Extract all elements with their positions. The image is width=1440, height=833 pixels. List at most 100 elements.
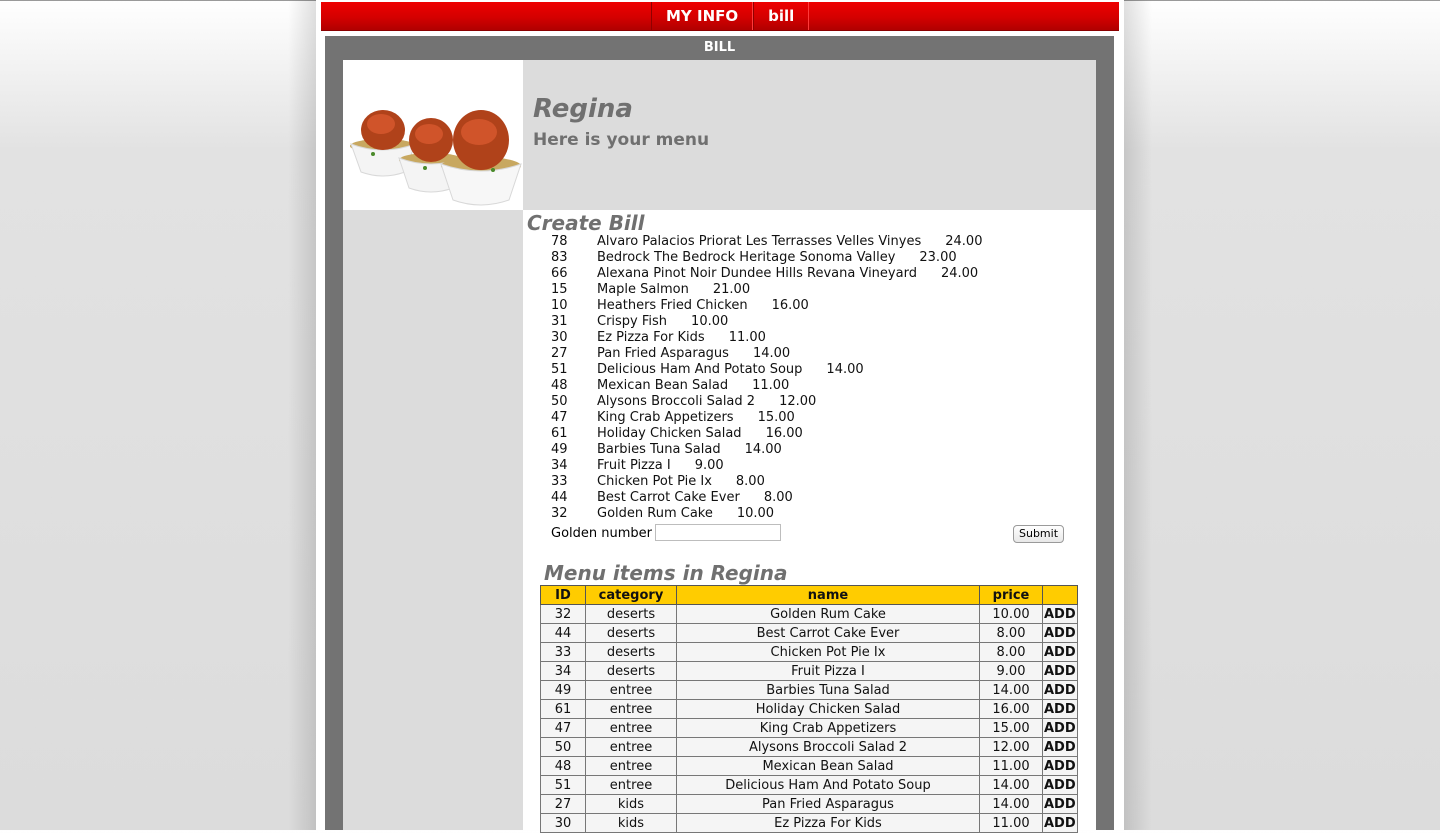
bill-item-price: 9.00 <box>694 458 724 473</box>
cell-category: entree <box>585 718 677 738</box>
bill-item: 15 Maple Salmon 21.00 <box>551 282 982 298</box>
bill-item: 10 Heathers Fried Chicken 16.00 <box>551 298 982 314</box>
restaurant-name: Regina <box>533 94 633 124</box>
column-header-name: name <box>676 585 980 605</box>
cell-category: entree <box>585 737 677 757</box>
add-button[interactable]: ADD <box>1042 661 1078 681</box>
add-button[interactable]: ADD <box>1042 775 1078 795</box>
bill-item: 83 Bedrock The Bedrock Heritage Sonoma Va… <box>551 250 982 266</box>
bill-item-price: 8.00 <box>763 490 793 505</box>
bill-item-id: 61 <box>551 426 568 441</box>
cell-id: 49 <box>540 680 586 700</box>
golden-number-row: Golden number Submit <box>551 524 1066 544</box>
nav-item-bill[interactable]: bill <box>753 2 810 30</box>
bill-item-name: Alexana Pinot Noir Dundee Hills Revana V… <box>597 266 917 281</box>
bill-item-price: 15.00 <box>757 410 795 425</box>
cell-price: 8.00 <box>979 642 1043 662</box>
bill-item-id: 27 <box>551 346 568 361</box>
column-header-price: price <box>979 585 1043 605</box>
bill-item-name: Alvaro Palacios Priorat Les Terrasses Ve… <box>597 234 922 249</box>
sidebar-column <box>343 210 523 830</box>
bill-item: 44 Best Carrot Cake Ever 8.00 <box>551 490 982 506</box>
bill-item-name: Heathers Fried Chicken <box>597 298 748 313</box>
bill-item-name: Holiday Chicken Salad <box>597 426 742 441</box>
cell-category: deserts <box>585 604 677 624</box>
bill-item-name: Best Carrot Cake Ever <box>597 490 740 505</box>
bill-item-price: 14.00 <box>744 442 782 457</box>
table-row: 50 entree Alysons Broccoli Salad 2 12.00 ADD <box>540 737 1078 757</box>
bill-item-price: 11.00 <box>752 378 790 393</box>
golden-number-input[interactable] <box>655 524 781 541</box>
table-row: 51 entree Delicious Ham And Potato Soup 14.… <box>540 775 1078 795</box>
bill-item-price: 8.00 <box>735 474 765 489</box>
bill-item-id: 31 <box>551 314 568 329</box>
cell-price: 15.00 <box>979 718 1043 738</box>
menu-table-body: 32 deserts Golden Rum Cake 10.00 ADD 44 desert… <box>540 604 1078 833</box>
bill-item-price: 12.00 <box>779 394 817 409</box>
add-button[interactable]: ADD <box>1042 642 1078 662</box>
cell-category: entree <box>585 775 677 795</box>
table-row: 32 deserts Golden Rum Cake 10.00 ADD <box>540 604 1078 624</box>
bill-item-id: 34 <box>551 458 568 473</box>
cell-name: Golden Rum Cake <box>676 604 980 624</box>
cell-category: entree <box>585 756 677 776</box>
cell-price: 14.00 <box>979 680 1043 700</box>
nav-item-my-info[interactable]: MY INFO <box>651 2 754 30</box>
add-button[interactable]: ADD <box>1042 737 1078 757</box>
bill-item-name: Mexican Bean Salad <box>597 378 729 393</box>
cell-name: Chicken Pot Pie Ix <box>676 642 980 662</box>
cell-id: 44 <box>540 623 586 643</box>
cell-id: 61 <box>540 699 586 719</box>
bill-item: 48 Mexican Bean Salad 11.00 <box>551 378 982 394</box>
add-button[interactable]: ADD <box>1042 604 1078 624</box>
cell-name: Alysons Broccoli Salad 2 <box>676 737 980 757</box>
cell-id: 47 <box>540 718 586 738</box>
cell-category: deserts <box>585 661 677 681</box>
bill-item: 78 Alvaro Palacios Priorat Les Terrasses … <box>551 234 982 250</box>
cell-name: Best Carrot Cake Ever <box>676 623 980 643</box>
bill-item-price: 16.00 <box>771 298 809 313</box>
bill-item-id: 15 <box>551 282 568 297</box>
table-row: 47 entree King Crab Appetizers 15.00 ADD <box>540 718 1078 738</box>
column-header-id: ID <box>540 585 586 605</box>
add-button[interactable]: ADD <box>1042 756 1078 776</box>
nav-items: MY INFO bill <box>651 2 810 30</box>
cell-id: 32 <box>540 604 586 624</box>
bill-item-name: Delicious Ham And Potato Soup <box>597 362 803 377</box>
bill-item-name: Ez Pizza For Kids <box>597 330 705 345</box>
cell-price: 16.00 <box>979 699 1043 719</box>
bill-item: 61 Holiday Chicken Salad 16.00 <box>551 426 982 442</box>
bill-item-id: 48 <box>551 378 568 393</box>
cell-name: Holiday Chicken Salad <box>676 699 980 719</box>
add-button[interactable]: ADD <box>1042 794 1078 814</box>
meatball-illustration <box>350 110 522 206</box>
bill-item-id: 83 <box>551 250 568 265</box>
bill-item-price: 23.00 <box>919 250 957 265</box>
frame-inner: Regina Here is your menu Create Bill 78 A… <box>343 60 1096 833</box>
submit-button[interactable]: Submit <box>1013 525 1064 543</box>
cell-name: Barbies Tuna Salad <box>676 680 980 700</box>
bill-item-price: 16.00 <box>765 426 803 441</box>
bill-item-name: Bedrock The Bedrock Heritage Sonoma Vall… <box>597 250 896 265</box>
cell-name: Mexican Bean Salad <box>676 756 980 776</box>
add-button[interactable]: ADD <box>1042 699 1078 719</box>
add-button[interactable]: ADD <box>1042 680 1078 700</box>
cell-category: entree <box>585 680 677 700</box>
bill-item-list: 78 Alvaro Palacios Priorat Les Terrasses … <box>551 234 982 522</box>
bill-item-name: Golden Rum Cake <box>597 506 713 521</box>
add-button[interactable]: ADD <box>1042 623 1078 643</box>
meatball-image <box>343 60 523 210</box>
cell-category: entree <box>585 699 677 719</box>
header-band: Regina Here is your menu <box>523 60 1096 210</box>
cell-price: 14.00 <box>979 775 1043 795</box>
add-button[interactable]: ADD <box>1042 718 1078 738</box>
cell-category: deserts <box>585 642 677 662</box>
table-row: 48 entree Mexican Bean Salad 11.00 ADD <box>540 756 1078 776</box>
table-row: 34 deserts Fruit Pizza I 9.00 ADD <box>540 661 1078 681</box>
bill-item-id: 78 <box>551 234 568 249</box>
cell-price: 11.00 <box>979 756 1043 776</box>
bill-item-price: 14.00 <box>826 362 864 377</box>
restaurant-subtitle: Here is your menu <box>533 130 710 150</box>
bill-item: 49 Barbies Tuna Salad 14.00 <box>551 442 982 458</box>
bill-item-name: Barbies Tuna Salad <box>597 442 721 457</box>
